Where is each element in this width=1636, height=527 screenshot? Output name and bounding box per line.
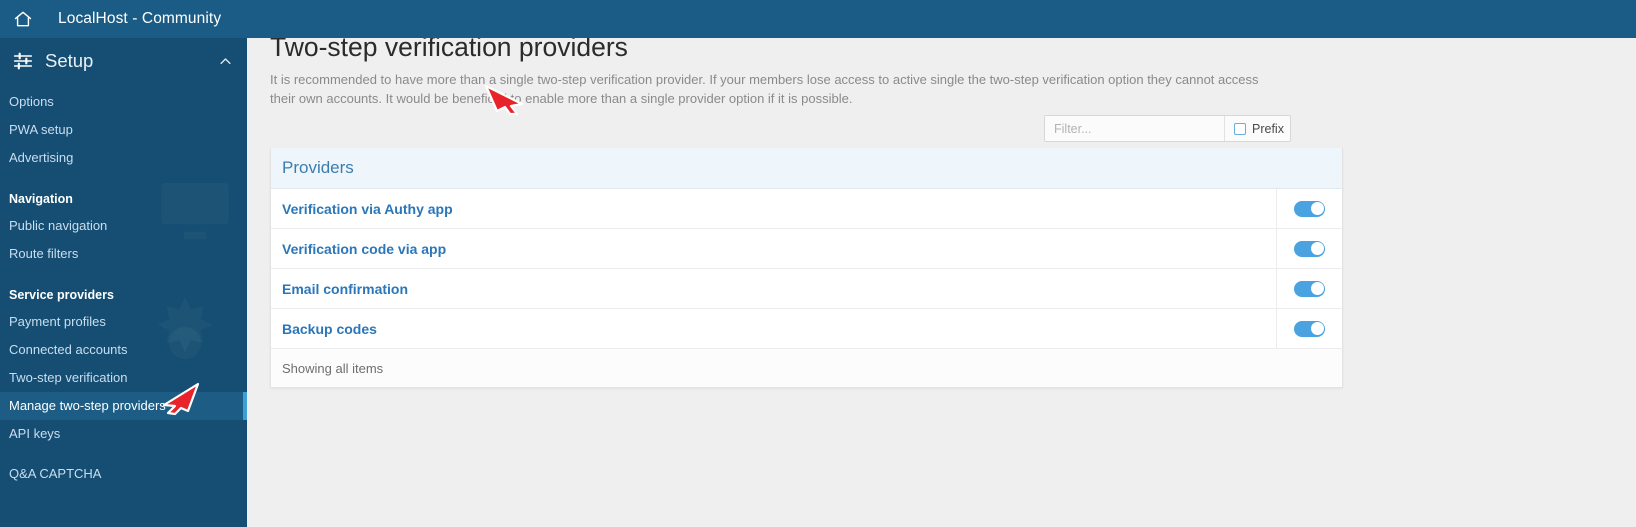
provider-link-verification-code-via-app[interactable]: Verification code via app	[271, 229, 1276, 268]
filter-input[interactable]	[1045, 116, 1224, 141]
sidebar-item-api-keys[interactable]: API keys	[0, 420, 247, 448]
sidebar-item-payment-profiles[interactable]: Payment profiles	[0, 308, 247, 336]
sidebar-item-pwa-setup[interactable]: PWA setup	[0, 116, 247, 144]
provider-link-authy-app[interactable]: Verification via Authy app	[271, 189, 1276, 228]
sidebar-item-connected-accounts[interactable]: Connected accounts	[0, 336, 247, 364]
provider-toggle-email-confirmation[interactable]	[1294, 280, 1325, 297]
sidebar-item-advertising[interactable]: Advertising	[0, 144, 247, 172]
provider-toggle-authy-app[interactable]	[1294, 200, 1325, 217]
table-row: Verification code via app	[271, 229, 1342, 269]
sliders-icon	[13, 51, 33, 71]
providers-panel-heading: Providers	[271, 148, 1342, 189]
sidebar-nav-list: Options PWA setup Advertising Navigation…	[0, 84, 247, 488]
sidebar-group-service-providers: Service providers	[9, 288, 114, 302]
sidebar-item-manage-two-step-providers[interactable]: Manage two-step providers	[0, 392, 247, 420]
sidebar-item-route-filters[interactable]: Route filters	[0, 240, 247, 268]
provider-toggle-cell	[1276, 309, 1342, 348]
sidebar-setup-header[interactable]: Setup	[0, 38, 247, 84]
top-bar: LocalHost - Community	[0, 0, 1636, 38]
sidebar: Setup Options PWA setup Advertising Navi…	[0, 38, 247, 527]
providers-panel: Providers Verification via Authy app Ver…	[270, 148, 1343, 388]
sidebar-item-qa-captcha[interactable]: Q&A CAPTCHA	[0, 460, 247, 488]
provider-link-backup-codes[interactable]: Backup codes	[271, 309, 1276, 348]
home-icon[interactable]	[12, 8, 34, 30]
provider-link-email-confirmation[interactable]: Email confirmation	[271, 269, 1276, 308]
sidebar-item-public-navigation[interactable]: Public navigation	[0, 212, 247, 240]
sidebar-group-navigation: Navigation	[9, 192, 73, 206]
table-row: Email confirmation	[271, 269, 1342, 309]
app-title: LocalHost - Community	[58, 10, 222, 27]
provider-toggle-cell	[1276, 269, 1342, 308]
prefix-checkbox[interactable]	[1234, 122, 1246, 135]
sidebar-item-two-step-verification[interactable]: Two-step verification	[0, 364, 247, 392]
provider-toggle-cell	[1276, 189, 1342, 228]
filter-bar: Prefix ×	[1044, 115, 1291, 142]
sidebar-setup-title: Setup	[45, 50, 94, 71]
app-window: LocalHost - Community Setup Options PWA …	[0, 0, 1636, 527]
sidebar-item-options[interactable]: Options	[0, 88, 247, 116]
chevron-up-icon[interactable]	[217, 53, 233, 69]
page-description: It is recommended to have more than a si…	[270, 72, 1259, 106]
provider-toggle-backup-codes[interactable]	[1294, 320, 1325, 337]
table-row: Backup codes	[271, 309, 1342, 349]
providers-panel-footer: Showing all items	[271, 349, 1342, 387]
prefix-label: Prefix	[1252, 121, 1284, 136]
provider-toggle-cell	[1276, 229, 1342, 268]
provider-toggle-verification-code-via-app[interactable]	[1294, 240, 1325, 257]
table-row: Verification via Authy app	[271, 189, 1342, 229]
prefix-checkbox-group[interactable]: Prefix	[1224, 116, 1290, 141]
